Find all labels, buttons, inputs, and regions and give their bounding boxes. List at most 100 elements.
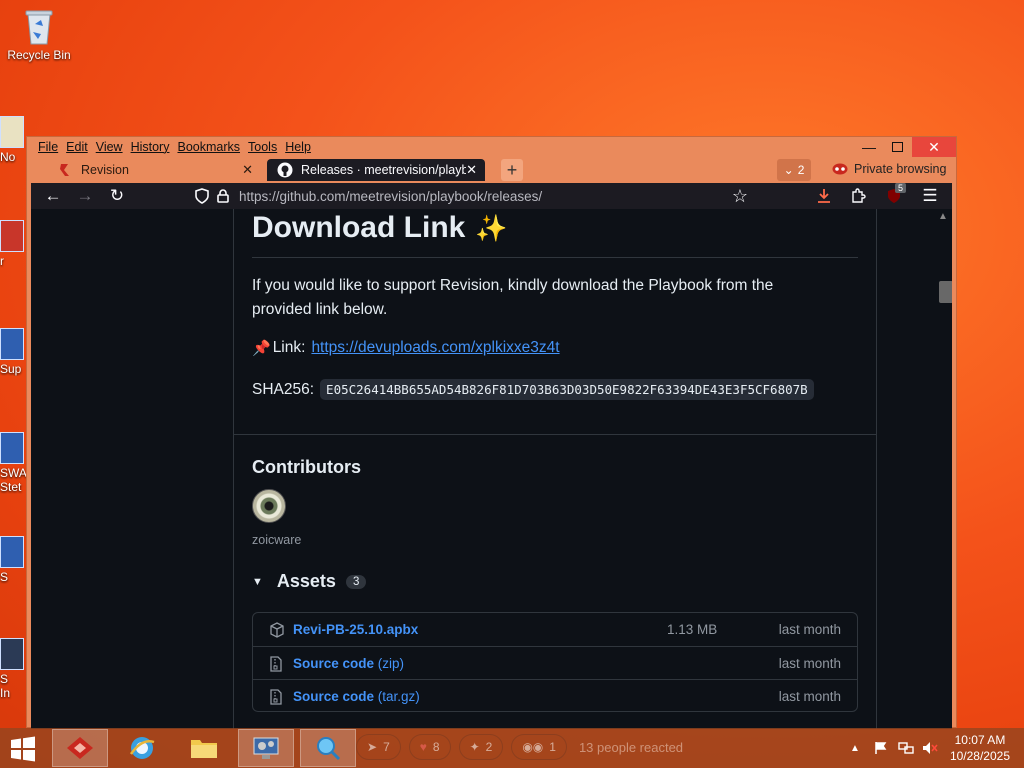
desktop-icon-partial-3[interactable]: Sup (0, 328, 28, 376)
pushpin-icon: 📌 (252, 340, 271, 357)
sparkles-icon: ✨ (475, 212, 508, 243)
new-tab-button[interactable]: + (501, 159, 523, 181)
bookmark-star-button[interactable]: ☆ (725, 183, 755, 209)
tab-title: Revision (81, 163, 129, 177)
menu-bookmarks[interactable]: Bookmarks (177, 140, 240, 154)
page-content: Download Link ✨ If you would like to sup… (31, 209, 952, 729)
chevron-down-icon: ⌄ (783, 163, 794, 177)
ublock-extension-button[interactable]: 5 (879, 183, 909, 209)
file-zip-icon (269, 655, 285, 672)
assets-toggle[interactable]: ▼ Assets 3 (252, 571, 367, 592)
taskbar-revision-app[interactable] (52, 729, 108, 767)
desktop-icon-label: r (0, 254, 4, 268)
tab-close-icon[interactable]: ✕ (466, 162, 477, 178)
reaction-heart[interactable]: ♥ 8 (408, 734, 451, 760)
heading-divider (252, 257, 858, 258)
volume-button[interactable] (922, 728, 938, 768)
eyes-icon: ◉◉ (522, 740, 544, 754)
internet-explorer-icon (129, 737, 155, 759)
taskbar-file-explorer[interactable] (176, 729, 232, 767)
private-browsing-label: Private browsing (854, 162, 947, 176)
scrollbar-thumb[interactable] (939, 281, 952, 303)
reaction-eyes[interactable]: ◉◉ 1 (511, 734, 567, 760)
downloads-button[interactable] (809, 183, 839, 209)
extensions-button[interactable] (843, 183, 873, 209)
reaction-pin[interactable]: ✦ 2 (458, 734, 504, 760)
asset-name-link[interactable]: Source code (tar.gz) (293, 689, 420, 704)
heading-text: Download Link (252, 211, 466, 244)
minimize-button[interactable]: — (854, 137, 884, 157)
revision-app-icon (67, 737, 93, 759)
action-center-flag-button[interactable] (874, 728, 888, 768)
tracking-shield-icon (195, 188, 209, 204)
asset-row[interactable]: Revi-PB-25.10.apbx 1.13 MB last month (253, 613, 857, 646)
recycle-bin-desktop-icon[interactable]: Recycle Bin (4, 6, 74, 62)
asset-name-link[interactable]: Source code (zip) (293, 656, 404, 671)
maximize-button[interactable] (882, 137, 912, 157)
taskbar: ➤ 7 ♥ 8 ✦ 2 ◉◉ 1 13 people reacted ▲ 10:07 A… (0, 728, 1024, 768)
hamburger-menu-icon: ☰ (922, 186, 938, 205)
menu-tools[interactable]: Tools (248, 140, 277, 154)
contributor-avatar[interactable] (252, 489, 286, 523)
asset-suffix: (tar.gz) (377, 689, 420, 704)
github-favicon-icon (277, 162, 293, 178)
url-bar[interactable]: https://github.com/meetrevision/playbook… (195, 183, 755, 209)
recycle-bin-icon (21, 6, 57, 46)
tab-bar: Revision ✕ Releases · meetrevision/playb… (27, 157, 956, 183)
taskbar-ie-browser[interactable] (114, 729, 170, 767)
menu-edit[interactable]: Edit (66, 140, 88, 154)
pushpin-icon: ✦ (469, 740, 480, 754)
asset-date: last month (778, 689, 841, 704)
people-reacted-text: 13 people reacted (578, 739, 684, 755)
desktop-icon-partial-4[interactable]: SWA Stet (0, 432, 28, 494)
forward-button[interactable]: → (69, 183, 101, 209)
vertical-scrollbar[interactable]: ▲ (935, 209, 952, 729)
download-link[interactable]: https://devuploads.com/xplkixxe3z4t (311, 339, 559, 357)
app-shortcut-icon (0, 432, 24, 464)
release-reactions: ➤ 7 ♥ 8 ✦ 2 ◉◉ 1 13 people reacted (356, 732, 683, 762)
taskbar-system-settings[interactable] (238, 729, 294, 767)
menu-view[interactable]: View (96, 140, 123, 154)
reload-button[interactable]: ↻ (101, 183, 133, 209)
close-window-button[interactable]: ✕ (912, 137, 956, 157)
desktop-icon-partial-6[interactable]: S In (0, 638, 28, 700)
contributor-name[interactable]: zoicware (252, 533, 301, 547)
arrow-left-icon: ← (44, 186, 62, 205)
desktop-icon-partial-5[interactable]: S (0, 536, 28, 584)
menu-help[interactable]: Help (285, 140, 311, 154)
release-body: Download Link ✨ If you would like to sup… (233, 209, 877, 729)
tab-releases[interactable]: Releases · meetrevision/playboc ✕ (267, 159, 485, 181)
menu-history[interactable]: History (131, 140, 170, 154)
tab-revision[interactable]: Revision ✕ (47, 159, 261, 181)
system-clock[interactable]: 10:07 AM 10/28/2025 (950, 732, 1010, 764)
tab-close-icon[interactable]: ✕ (242, 162, 253, 178)
menu-file[interactable]: File (38, 140, 58, 154)
asset-row[interactable]: Source code (tar.gz) last month (253, 679, 857, 713)
back-button[interactable]: ← (37, 183, 69, 209)
sha-label: SHA256: (252, 380, 315, 398)
reload-icon: ↻ (109, 186, 125, 205)
app-menu-button[interactable]: ☰ (915, 183, 945, 209)
asset-row[interactable]: Source code (zip) last month (253, 646, 857, 680)
network-button[interactable] (898, 728, 914, 768)
close-icon: ✕ (928, 138, 940, 155)
show-hidden-icons-button[interactable]: ▲ (850, 728, 860, 768)
triangle-down-icon: ▼ (252, 575, 263, 588)
minimize-icon: — (862, 139, 876, 155)
folder-icon (191, 740, 217, 758)
start-button[interactable] (8, 734, 38, 764)
reaction-count: 7 (383, 740, 390, 754)
desktop-icon-partial-2[interactable]: r (0, 220, 28, 268)
download-icon (818, 189, 830, 203)
reaction-rocket[interactable]: ➤ 7 (356, 734, 401, 760)
tab-count: 2 (797, 163, 805, 177)
private-mask-icon (832, 163, 848, 175)
star-icon: ☆ (731, 185, 749, 206)
asset-name: Source code (293, 656, 375, 671)
taskbar-search-app[interactable] (300, 729, 356, 767)
desktop-icon-partial-1[interactable]: No (0, 116, 28, 164)
asset-name-link[interactable]: Revi-PB-25.10.apbx (293, 622, 418, 637)
chevron-up-icon[interactable]: ▲ (938, 211, 948, 222)
list-all-tabs-button[interactable]: ⌄ 2 (777, 159, 811, 181)
asset-date: last month (778, 622, 841, 637)
